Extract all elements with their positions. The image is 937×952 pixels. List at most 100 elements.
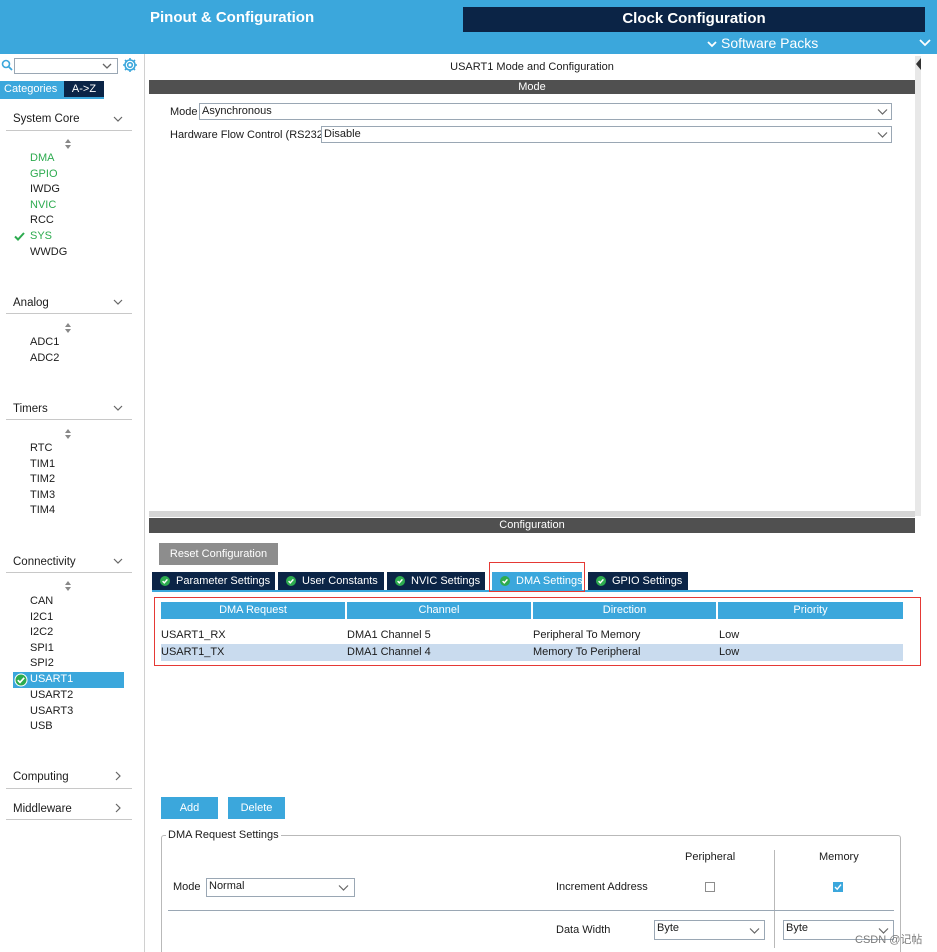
software-packs-label: Software Packs <box>721 35 819 51</box>
dma-mode-label: Mode <box>173 881 201 893</box>
list-item[interactable]: TIM3 <box>30 488 55 504</box>
panel-scrollbar[interactable] <box>915 56 921 516</box>
dma-mode-value: Normal <box>209 880 245 892</box>
chevron-down-icon[interactable] <box>100 60 114 72</box>
flow-control-select[interactable]: Disable <box>321 126 892 143</box>
table-cell: USART1_RX <box>161 629 226 641</box>
list-item[interactable]: CAN <box>30 594 54 610</box>
tab-parameter-settings[interactable]: Parameter Settings <box>152 572 275 590</box>
increment-address-label: Increment Address <box>556 881 648 893</box>
dma-tab-highlight-box <box>489 562 585 592</box>
panel-splitter[interactable] <box>149 511 915 517</box>
tab-underline <box>0 97 104 99</box>
sort-icon[interactable] <box>64 581 72 591</box>
list-item[interactable]: SPI2 <box>30 656 54 672</box>
list-item[interactable]: USART2 <box>30 688 73 704</box>
analog-list: ADC1 ADC2 <box>30 335 59 366</box>
column-header-direction[interactable]: Direction <box>533 602 716 619</box>
tab-gpio-settings[interactable]: GPIO Settings <box>588 572 688 590</box>
list-item[interactable]: DMA <box>30 151 67 167</box>
list-item[interactable]: USART3 <box>30 704 73 720</box>
system-core-list: DMA GPIO IWDG NVIC RCC SYS WWDG <box>30 151 67 260</box>
data-width-peripheral-select[interactable]: Byte <box>654 920 765 940</box>
chevron-down-icon[interactable] <box>918 35 932 49</box>
tab-a-z[interactable]: A->Z <box>64 81 104 97</box>
increment-peripheral-checkbox[interactable] <box>705 882 715 892</box>
dma-mode-select[interactable]: Normal <box>206 878 355 897</box>
search-icon <box>1 59 13 71</box>
list-item[interactable]: ADC2 <box>30 351 59 367</box>
category-divider <box>6 313 132 314</box>
tab-nvic-settings[interactable]: NVIC Settings <box>387 572 485 590</box>
chevron-down-icon <box>877 132 888 138</box>
list-item[interactable]: RCC <box>30 213 67 229</box>
tab-label: User Constants <box>302 575 378 587</box>
chevron-down-icon[interactable] <box>112 113 124 125</box>
chevron-right-icon[interactable] <box>112 802 124 814</box>
left-panel <box>0 54 145 952</box>
list-item[interactable]: IWDG <box>30 182 67 198</box>
delete-button[interactable]: Delete <box>228 797 285 819</box>
data-width-memory-value: Byte <box>786 922 809 934</box>
sort-icon[interactable] <box>64 139 72 149</box>
check-circle-icon <box>395 576 405 586</box>
collapse-arrow-icon[interactable] <box>915 56 921 80</box>
column-header-dma-request[interactable]: DMA Request <box>161 602 345 619</box>
nav-clock-configuration[interactable]: Clock Configuration <box>463 7 925 32</box>
sidebar-item-usart1[interactable]: USART1 <box>13 672 124 688</box>
category-divider <box>6 788 132 789</box>
tab-label: GPIO Settings <box>612 575 683 587</box>
list-item[interactable]: SPI1 <box>30 641 54 657</box>
tab-label: Parameter Settings <box>176 575 271 587</box>
mode-select-value: Asynchronous <box>202 105 272 117</box>
check-icon <box>834 884 842 891</box>
list-item[interactable]: ADC1 <box>30 335 59 351</box>
mode-section-bar: Mode <box>149 80 915 94</box>
chevron-down-icon[interactable] <box>112 296 124 308</box>
sort-icon[interactable] <box>64 323 72 333</box>
mode-select[interactable]: Asynchronous <box>199 103 892 120</box>
increment-memory-checkbox[interactable] <box>833 882 843 892</box>
category-computing[interactable]: Computing <box>13 771 69 783</box>
tab-categories[interactable]: Categories <box>0 81 64 97</box>
list-item[interactable]: GPIO <box>30 167 67 183</box>
gear-icon[interactable] <box>122 57 138 73</box>
list-item[interactable]: I2C1 <box>30 610 54 626</box>
list-item[interactable]: RTC <box>30 441 55 457</box>
chevron-down-icon <box>749 928 760 934</box>
mode-config-title: USART1 Mode and Configuration <box>450 61 614 73</box>
category-middleware[interactable]: Middleware <box>13 803 72 815</box>
peripheral-column-label: Peripheral <box>685 851 736 863</box>
category-timers[interactable]: Timers <box>13 403 48 415</box>
reset-configuration-button[interactable]: Reset Configuration <box>159 543 278 565</box>
list-item[interactable]: TIM4 <box>30 503 55 519</box>
dma-request-settings-title: DMA Request Settings <box>166 829 281 841</box>
list-item[interactable]: USB <box>30 719 73 735</box>
software-packs-menu[interactable]: Software Packs <box>706 35 818 51</box>
table-cell: DMA1 Channel 5 <box>347 629 431 641</box>
list-item[interactable]: TIM1 <box>30 457 55 473</box>
check-circle-icon <box>160 576 170 586</box>
chevron-down-icon[interactable] <box>112 402 124 414</box>
column-header-priority[interactable]: Priority <box>718 602 903 619</box>
tab-user-constants[interactable]: User Constants <box>278 572 384 590</box>
column-header-channel[interactable]: Channel <box>347 602 531 619</box>
settings-divider <box>168 910 894 911</box>
list-item[interactable]: WWDG <box>30 245 67 261</box>
chevron-right-icon[interactable] <box>112 770 124 782</box>
category-analog[interactable]: Analog <box>13 297 49 309</box>
list-item[interactable]: TIM2 <box>30 472 55 488</box>
table-row-selected[interactable]: USART1_TX DMA1 Channel 4 Memory To Perip… <box>161 644 903 661</box>
memory-column-label: Memory <box>819 851 859 863</box>
category-divider <box>6 419 132 420</box>
nav-pinout-configuration[interactable]: Pinout & Configuration <box>0 0 461 32</box>
add-button[interactable]: Add <box>161 797 218 819</box>
table-row[interactable]: USART1_RX DMA1 Channel 5 Peripheral To M… <box>161 627 903 644</box>
category-connectivity[interactable]: Connectivity <box>13 556 76 568</box>
category-system-core[interactable]: System Core <box>13 113 79 125</box>
list-item[interactable]: I2C2 <box>30 625 54 641</box>
list-item[interactable]: NVIC <box>30 198 67 214</box>
chevron-down-icon[interactable] <box>112 555 124 567</box>
list-item[interactable]: SYS <box>30 229 67 245</box>
sort-icon[interactable] <box>64 429 72 439</box>
